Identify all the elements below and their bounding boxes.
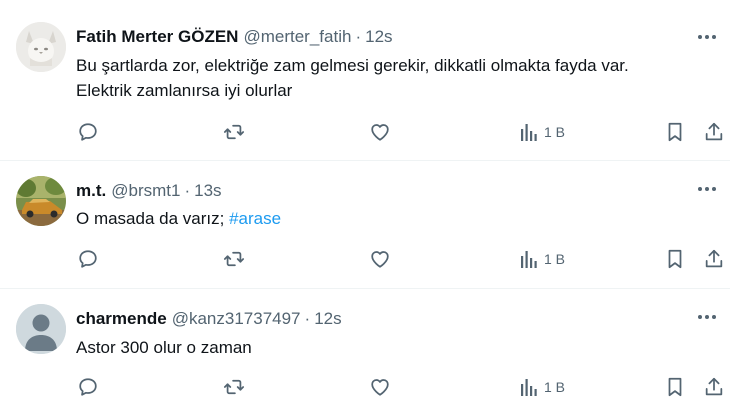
reply-button[interactable] <box>77 374 99 400</box>
tweet[interactable]: m.t. @brsmt1 · 13s O masada da varız; #a… <box>0 176 730 284</box>
views-chart-icon <box>521 379 537 396</box>
default-person-avatar-icon <box>16 304 66 354</box>
share-button[interactable] <box>703 119 725 145</box>
views-button[interactable]: 1 B <box>520 246 565 272</box>
action-bar: 1 B <box>0 119 730 145</box>
views-chart-icon <box>521 251 537 268</box>
reply-icon <box>79 378 97 396</box>
share-button[interactable] <box>703 246 725 272</box>
tweet-text-line: Elektrik zamlanırsa iyi olurlar <box>76 81 293 100</box>
heart-icon <box>371 379 389 396</box>
share-icon <box>705 122 723 141</box>
display-name[interactable]: charmende <box>76 309 167 329</box>
bookmark-icon <box>668 122 682 142</box>
bookmark-icon <box>668 377 682 397</box>
timestamp[interactable]: 13s <box>194 181 221 201</box>
reply-button[interactable] <box>77 119 99 145</box>
user-handle[interactable]: @merter_fatih <box>243 27 351 47</box>
like-button[interactable] <box>369 119 391 145</box>
action-bar: 1 B <box>0 246 730 272</box>
user-handle[interactable]: @brsmt1 <box>111 181 180 201</box>
retweet-icon <box>223 124 245 140</box>
tweet-text: Astor 300 olur o zaman <box>76 335 716 360</box>
tweet-text-line: Bu şartlarda zor, elektriğe zam gelmesi … <box>76 56 629 75</box>
lynx-avatar-icon <box>16 22 66 72</box>
retweet-button[interactable] <box>222 374 246 400</box>
views-count: 1 B <box>544 379 566 395</box>
display-name[interactable]: m.t. <box>76 181 106 201</box>
bookmark-button[interactable] <box>665 119 685 145</box>
more-options-button[interactable] <box>692 24 722 50</box>
action-bar: 1 B <box>0 374 730 400</box>
avatar[interactable] <box>16 22 66 72</box>
retweet-button[interactable] <box>222 246 246 272</box>
reply-icon <box>79 123 97 141</box>
hashtag-link[interactable]: #arase <box>229 209 281 228</box>
more-options-button[interactable] <box>692 304 722 330</box>
reply-icon <box>79 250 97 268</box>
timestamp[interactable]: 12s <box>314 309 341 329</box>
share-button[interactable] <box>703 374 725 400</box>
share-icon <box>705 249 723 268</box>
tweet-text-content: Astor 300 olur o zaman <box>76 338 252 357</box>
reply-button[interactable] <box>77 246 99 272</box>
bookmark-button[interactable] <box>665 246 685 272</box>
views-count: 1 B <box>544 251 566 267</box>
views-button[interactable]: 1 B <box>520 119 565 145</box>
divider <box>0 160 730 161</box>
display-name[interactable]: Fatih Merter GÖZEN <box>76 27 238 47</box>
timestamp[interactable]: 12s <box>365 27 392 47</box>
tweet-text: O masada da varız; #arase <box>76 206 716 231</box>
retweet-icon <box>223 379 245 395</box>
bookmark-icon <box>668 249 682 269</box>
heart-icon <box>371 251 389 268</box>
more-icon <box>698 315 716 319</box>
separator-dot: · <box>184 181 191 200</box>
avatar[interactable] <box>16 304 66 354</box>
more-options-button[interactable] <box>692 176 722 202</box>
more-icon <box>698 187 716 191</box>
separator-dot: · <box>355 27 362 46</box>
like-button[interactable] <box>369 246 391 272</box>
retweet-icon <box>223 251 245 267</box>
tweet-text-content: O masada da varız; <box>76 209 230 228</box>
tweet[interactable]: charmende @kanz31737497 · 12s Astor 300 … <box>0 304 730 414</box>
like-button[interactable] <box>369 374 391 400</box>
tweet[interactable]: Fatih Merter GÖZEN @merter_fatih · 12s B… <box>0 22 730 152</box>
bookmark-button[interactable] <box>665 374 685 400</box>
vintage-car-avatar-icon <box>16 176 66 226</box>
tweet-text: Bu şartlarda zor, elektriğe zam gelmesi … <box>76 53 716 103</box>
retweet-button[interactable] <box>222 119 246 145</box>
separator-dot: · <box>304 309 311 328</box>
heart-icon <box>371 124 389 141</box>
tweet-header: charmende @kanz31737497 · 12s <box>76 308 342 330</box>
user-handle[interactable]: @kanz31737497 <box>172 309 301 329</box>
views-chart-icon <box>521 124 537 141</box>
more-icon <box>698 35 716 39</box>
views-count: 1 B <box>544 124 566 140</box>
share-icon <box>705 377 723 396</box>
divider <box>0 288 730 289</box>
views-button[interactable]: 1 B <box>520 374 565 400</box>
avatar[interactable] <box>16 176 66 226</box>
tweet-header: Fatih Merter GÖZEN @merter_fatih · 12s <box>76 26 393 48</box>
tweet-header: m.t. @brsmt1 · 13s <box>76 180 222 202</box>
